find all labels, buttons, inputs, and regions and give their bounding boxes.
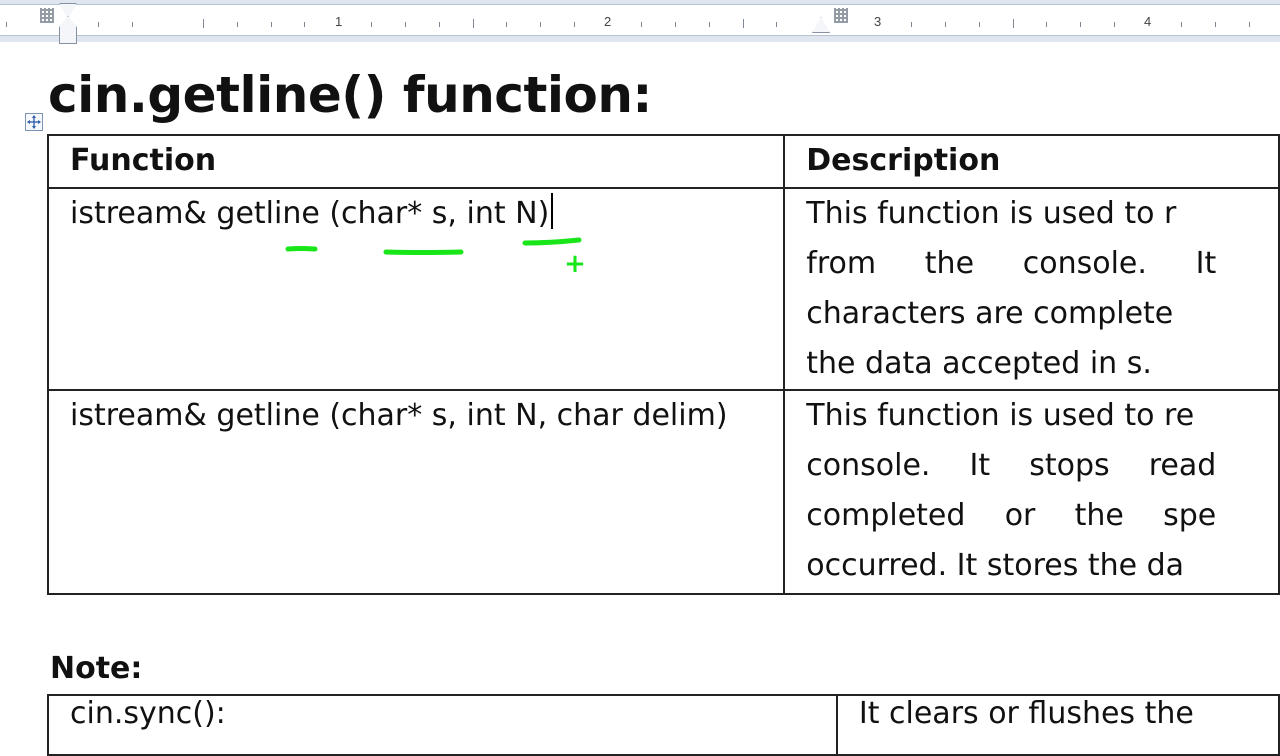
function-signature: istream& getline (char* s, int N, char d… <box>70 398 728 433</box>
function-cell[interactable]: istream& getline (char* s, int N) <box>46 187 786 391</box>
ruler-tick <box>1013 19 1014 28</box>
ruler-tick <box>1215 22 1216 27</box>
ruler-tick <box>574 22 575 27</box>
ruler-tick <box>709 22 710 27</box>
note-description-cell[interactable]: It clears or flushes the <box>835 694 1280 756</box>
function-table: Function Description istream& getline (c… <box>46 134 1280 595</box>
table-row: istream& getline (char* s, int N, char d… <box>46 389 1280 595</box>
description-line: occurred. It stores the da <box>806 548 1185 583</box>
ruler-tick <box>439 22 440 27</box>
note-function-cell[interactable]: cin.sync(): <box>47 694 838 756</box>
description-cell[interactable]: This function is used to re console. It … <box>783 389 1280 595</box>
ruler-tick <box>6 22 7 27</box>
ruler-tick <box>237 22 238 27</box>
header-description-label: Description <box>806 143 1001 178</box>
column-marker-left[interactable] <box>40 8 54 23</box>
text-cursor <box>551 193 554 229</box>
ruler-tick <box>271 22 272 27</box>
ruler-tick <box>540 22 541 27</box>
ruler-tick <box>132 22 133 27</box>
ruler-tick <box>473 19 474 28</box>
note-table: cin.sync(): It clears or flushes the <box>47 694 1280 756</box>
ruler-tick <box>911 22 912 27</box>
note-function-text: cin.sync(): <box>70 696 226 731</box>
description-line: This function is used to re <box>806 398 1195 433</box>
description-line: the data accepted in s. <box>806 346 1152 381</box>
function-cell[interactable]: istream& getline (char* s, int N, char d… <box>46 389 786 595</box>
function-signature: istream& getline (char* s, int N) <box>70 196 550 231</box>
ruler-tick <box>506 22 507 27</box>
ruler-tick <box>304 22 305 27</box>
horizontal-ruler[interactable]: 1 2 3 4 <box>0 0 1280 44</box>
description-line: This function is used to r <box>806 196 1177 231</box>
ruler-tick <box>1181 22 1182 27</box>
description-line: completed or the spe <box>806 498 1217 533</box>
ruler-number: 4 <box>1144 14 1152 29</box>
header-function-label: Function <box>70 143 217 178</box>
header-cell-description[interactable]: Description <box>783 134 1280 189</box>
ruler-tick <box>945 22 946 27</box>
description-line: characters are complete <box>806 296 1174 331</box>
ruler-tick <box>1080 22 1081 27</box>
ruler-tick <box>1114 22 1115 27</box>
ruler-number: 2 <box>604 14 612 29</box>
header-cell-function[interactable]: Function <box>46 134 786 189</box>
ruler-tick <box>1249 22 1250 27</box>
ruler-tick <box>203 19 204 28</box>
table-header-row: Function Description <box>46 134 1280 189</box>
ruler-number: 3 <box>874 14 882 29</box>
description-text: This function is used to re console. It … <box>806 391 1226 591</box>
ruler-number: 1 <box>335 14 343 29</box>
column-marker-middle[interactable] <box>834 8 848 23</box>
note-label: Note: <box>50 651 143 686</box>
description-line: console. It stops read <box>806 448 1217 483</box>
ruler-tick <box>743 19 744 28</box>
note-description-text: It clears or flushes the <box>858 696 1194 731</box>
ruler-tick <box>675 22 676 27</box>
description-line: from the console. It <box>806 246 1217 281</box>
ruler-tick <box>371 22 372 27</box>
ruler-tick <box>98 22 99 27</box>
description-cell[interactable]: This function is used to r from the cons… <box>783 187 1280 391</box>
table-row: cin.sync(): It clears or flushes the <box>47 694 1280 756</box>
ruler-tick <box>405 22 406 27</box>
document-heading: cin.getline() function: <box>48 66 652 124</box>
ruler-tick <box>641 22 642 27</box>
ruler-tick <box>1046 22 1047 27</box>
description-text: This function is used to r from the cons… <box>806 189 1226 389</box>
ruler-strip: 1 2 3 4 <box>0 4 1280 36</box>
table-move-handle-icon[interactable] <box>25 113 43 131</box>
table-row: istream& getline (char* s, int N) This f… <box>46 187 1280 391</box>
ruler-tick <box>776 22 777 27</box>
ruler-tick <box>979 22 980 27</box>
